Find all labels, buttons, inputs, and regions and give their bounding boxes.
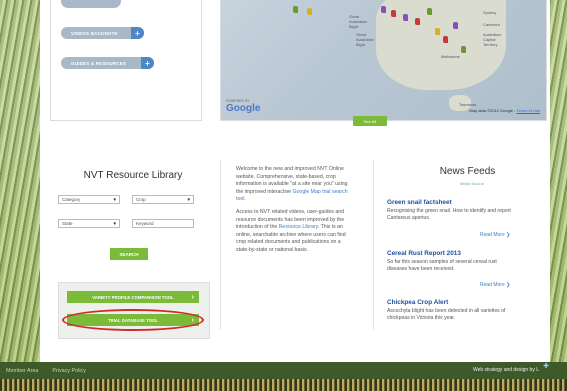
map-marker[interactable] bbox=[293, 6, 298, 13]
map-marker[interactable] bbox=[427, 8, 432, 15]
welcome-text: Welcome to the new and improved NVT Onli… bbox=[236, 166, 354, 260]
news-item: Chickpea Crop Alert Ascochyta blight has… bbox=[387, 299, 517, 322]
map-label-tasmania: Tasmania bbox=[459, 102, 477, 107]
guides-resources-label: GUIDES & RESOURCES bbox=[71, 60, 127, 66]
variety-profile-tool-label: VARIETY PROFILE COMPARISON TOOL bbox=[92, 294, 174, 300]
trial-map[interactable]: Great Australian Bight Great Australian … bbox=[220, 0, 547, 121]
state-select[interactable]: State ▾ bbox=[58, 219, 120, 228]
plus-icon[interactable]: + bbox=[131, 27, 144, 39]
videos-backnote-pill[interactable]: VIDEOS BACKNOTE + bbox=[61, 27, 144, 39]
map-marker[interactable] bbox=[453, 22, 458, 29]
map-label-melbourne: Melbourne bbox=[441, 54, 460, 59]
news-item-body: Recognising the green snail. How to iden… bbox=[387, 208, 511, 221]
videos-backnote-label: VIDEOS BACKNOTE bbox=[71, 30, 118, 36]
map-data-text: Map data ©2012 Google - bbox=[469, 108, 516, 113]
news-item-body: So far this season samples of several ce… bbox=[387, 259, 497, 272]
resource-library-title: NVT Resource Library bbox=[83, 170, 183, 181]
page-content: VIDEOS BACKNOTE + GUIDES & RESOURCES + G… bbox=[40, 0, 550, 362]
welcome-paragraph-1: Welcome to the new and improved NVT Onli… bbox=[236, 166, 354, 204]
map-marker[interactable] bbox=[443, 36, 448, 43]
keyword-placeholder: Keyword bbox=[136, 221, 154, 226]
search-button[interactable]: SEARCH bbox=[110, 248, 148, 260]
map-marker[interactable] bbox=[403, 14, 408, 21]
map-label-canberra: Canberra bbox=[483, 22, 500, 27]
read-more-link[interactable]: Read More ❯ bbox=[480, 232, 510, 238]
guides-resources-pill[interactable]: GUIDES & RESOURCES + bbox=[61, 57, 154, 69]
map-label-bight-2: Great Australian Bight bbox=[356, 32, 374, 47]
news-feed-link[interactable]: Media Stuck ▸ bbox=[460, 181, 484, 186]
media-pill[interactable] bbox=[61, 0, 121, 8]
privacy-policy-link[interactable]: Privacy Policy bbox=[52, 368, 86, 374]
map-marker[interactable] bbox=[391, 10, 396, 17]
google-wordmark: Google bbox=[226, 103, 261, 114]
news-item-body: Ascochyta blight has been detected in al… bbox=[387, 308, 506, 321]
read-more-link[interactable]: Read More ❯ bbox=[480, 282, 510, 288]
map-attribution: Map data ©2012 Google - Terms of Use bbox=[469, 108, 540, 113]
wheat-background-left bbox=[0, 0, 40, 391]
map-marker[interactable] bbox=[381, 6, 386, 13]
design-credit[interactable]: Web strategy and design by L bbox=[473, 367, 539, 373]
map-marker[interactable] bbox=[461, 46, 466, 53]
terms-of-use-link[interactable]: Terms of Use bbox=[516, 108, 540, 113]
state-select-value: State bbox=[62, 221, 73, 226]
news-item-title[interactable]: Cereal Rust Report 2013 bbox=[387, 250, 517, 257]
highlight-ellipse bbox=[62, 309, 204, 331]
map-label-sydney: Sydney bbox=[483, 10, 497, 15]
crop-select[interactable]: Crop ▾ bbox=[132, 195, 194, 204]
resource-library-link[interactable]: Resource Library bbox=[279, 224, 318, 230]
news-item: Cereal Rust Report 2013 So far this seas… bbox=[387, 250, 517, 273]
crop-select-value: Crop bbox=[136, 197, 146, 202]
news-item: Green snail factsheet Recognising the gr… bbox=[387, 199, 517, 222]
member-area-link[interactable]: Member Area bbox=[6, 368, 38, 374]
keyword-field[interactable]: Keyword bbox=[132, 219, 194, 228]
see-all-button[interactable]: See All bbox=[353, 116, 387, 126]
plus-icon[interactable]: + bbox=[141, 57, 154, 69]
category-select[interactable]: Category ▾ bbox=[58, 195, 120, 204]
tools-box: VARIETY PROFILE COMPARISON TOOL › TRIAL … bbox=[58, 282, 210, 339]
chevron-right-icon: › bbox=[191, 293, 194, 301]
column-divider bbox=[220, 160, 221, 330]
media-panel: VIDEOS BACKNOTE + GUIDES & RESOURCES + bbox=[50, 0, 202, 121]
map-label-act: Australian Capital Territory bbox=[483, 32, 501, 47]
agency-logo-icon[interactable]: ✚ bbox=[543, 362, 549, 370]
welcome-paragraph-2: Access to NVT related videos, user-guide… bbox=[236, 209, 354, 255]
news-item-title[interactable]: Chickpea Crop Alert bbox=[387, 299, 517, 306]
chevron-down-icon: ▾ bbox=[113, 197, 116, 203]
category-select-value: Category bbox=[62, 197, 81, 202]
map-marker[interactable] bbox=[435, 28, 440, 35]
chevron-down-icon: ▾ bbox=[187, 197, 190, 203]
column-divider bbox=[373, 160, 374, 330]
map-marker[interactable] bbox=[415, 18, 420, 25]
map-label-bight: Great Australian Bight bbox=[349, 14, 367, 29]
welcome-text-1b: . bbox=[244, 196, 246, 203]
chevron-down-icon: ▾ bbox=[113, 221, 116, 227]
news-feeds-title: News Feeds bbox=[439, 166, 496, 177]
news-item-title[interactable]: Green snail factsheet bbox=[387, 199, 517, 206]
map-marker[interactable] bbox=[307, 8, 312, 15]
variety-profile-tool-button[interactable]: VARIETY PROFILE COMPARISON TOOL › bbox=[67, 291, 199, 303]
wheat-stubble-strip bbox=[0, 379, 567, 391]
google-logo[interactable]: POWERED BY Google bbox=[226, 99, 260, 114]
